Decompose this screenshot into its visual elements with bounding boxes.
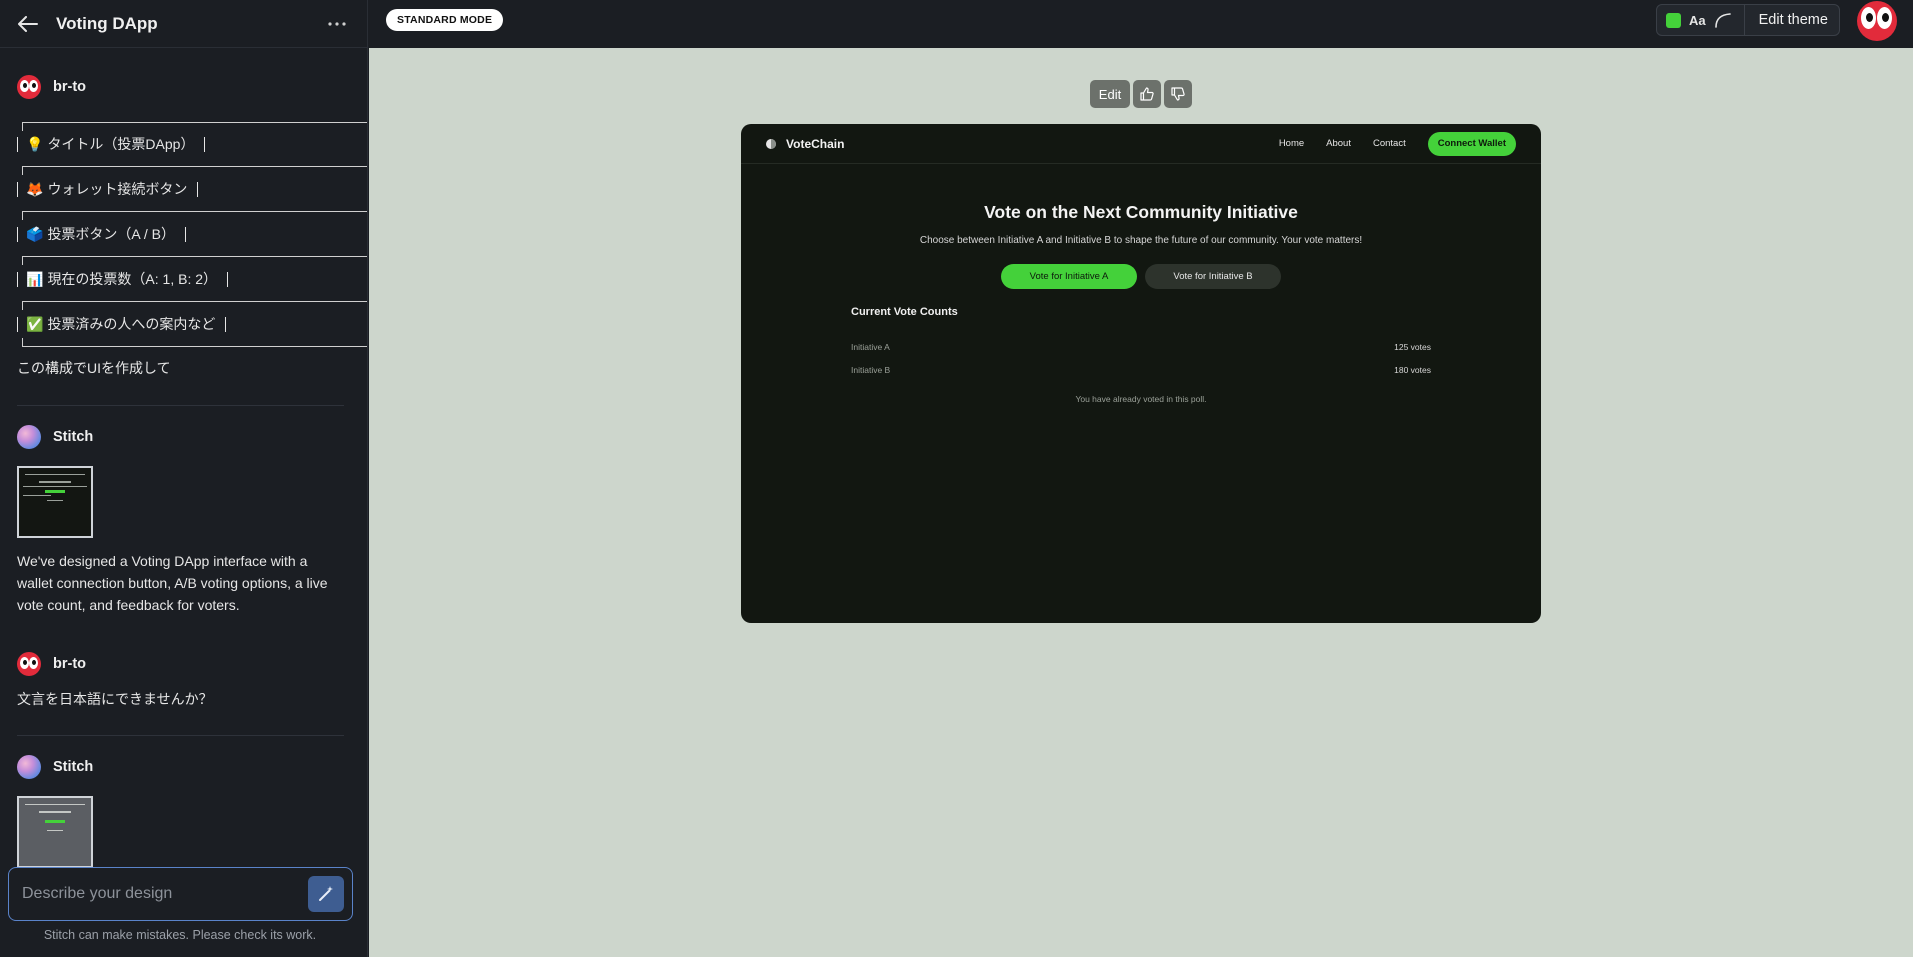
initiative-label: Initiative B	[851, 365, 891, 375]
account-avatar[interactable]	[1857, 1, 1897, 41]
vote-a-button[interactable]: Vote for Initiative A	[1001, 264, 1137, 289]
tree-item: 📊 現在の投票数（A: 1, B: 2）	[17, 269, 229, 289]
hero-title: Vote on the Next Community Initiative	[984, 202, 1298, 222]
chat-sidebar: Voting DApp br-to 💡 タイトル（投票DApp） 🦊 ウォレット接続…	[0, 0, 368, 957]
font-icon[interactable]: Aa	[1689, 13, 1706, 28]
connect-wallet-button[interactable]: Connect Wallet	[1427, 131, 1516, 156]
sidebar-header: Voting DApp	[0, 0, 367, 48]
vote-b-button[interactable]: Vote for Initiative B	[1145, 264, 1281, 289]
prompt-composer	[8, 867, 353, 921]
message-divider	[17, 405, 344, 406]
votechain-logo-icon	[766, 138, 776, 149]
message-divider	[17, 735, 344, 736]
tree-item: 🗳️ 投票ボタン（A / B）	[17, 224, 187, 244]
vote-count-row: Initiative B 180 votes	[851, 365, 1431, 375]
initiative-label: Initiative A	[851, 342, 890, 352]
stitch-avatar	[17, 755, 41, 779]
back-arrow-icon[interactable]	[16, 12, 40, 36]
edit-button[interactable]: Edit	[1090, 80, 1130, 108]
preview-navbar: VoteChain Home About Contact Connect Wal…	[741, 124, 1541, 164]
message-author: br-to	[17, 652, 343, 676]
user-avatar	[17, 652, 41, 676]
already-voted-note: You have already voted in this poll.	[1075, 394, 1207, 404]
thumbs-down-icon[interactable]	[1164, 80, 1192, 108]
top-bar: STANDARD MODE Aa Edit theme	[369, 0, 1913, 48]
vote-count-value: 180 votes	[1394, 365, 1431, 375]
tree-item: 🦊 ウォレット接続ボタン	[17, 179, 199, 199]
preview-brand: VoteChain	[786, 136, 845, 151]
project-title: Voting DApp	[56, 13, 158, 33]
corner-radius-icon[interactable]	[1714, 12, 1732, 28]
prompt-input[interactable]	[22, 885, 308, 903]
tree-item: ✅ 投票済みの人への案内など	[17, 314, 227, 334]
vote-count-row: Initiative A 125 votes	[851, 342, 1431, 352]
design-thumbnail[interactable]	[17, 466, 343, 538]
design-thumbnail[interactable]	[17, 796, 343, 868]
author-name: Stitch	[53, 429, 94, 445]
author-name: br-to	[53, 79, 87, 95]
design-canvas: Edit VoteChain Home About Contact Connec…	[369, 48, 1913, 957]
user-avatar	[17, 75, 41, 99]
design-preview[interactable]: VoteChain Home About Contact Connect Wal…	[741, 124, 1541, 623]
more-options-icon[interactable]	[323, 12, 351, 36]
message-author: Stitch	[17, 425, 343, 449]
vote-count-value: 125 votes	[1394, 342, 1431, 352]
message-text: この構成でUIを作成して	[17, 360, 171, 376]
edit-theme-button[interactable]: Edit theme	[1759, 12, 1828, 28]
send-button[interactable]	[308, 876, 344, 912]
hero-subtitle: Choose between Initiative A and Initiati…	[919, 235, 1363, 246]
stitch-avatar	[17, 425, 41, 449]
message-text: 文言を日本語にできませんか？	[17, 691, 213, 707]
mode-badge[interactable]: STANDARD MODE	[386, 9, 504, 31]
tree-item: 💡 タイトル（投票DApp）	[17, 134, 206, 154]
author-name: Stitch	[53, 759, 94, 775]
vote-counts-title: Current Vote Counts	[851, 306, 958, 318]
message-author: Stitch	[17, 755, 343, 779]
theme-controls[interactable]: Aa Edit theme	[1656, 4, 1840, 36]
nav-link-home[interactable]: Home	[1279, 138, 1304, 149]
message-text: We've designed a Voting DApp interface w…	[17, 553, 328, 613]
color-swatch-icon[interactable]	[1666, 12, 1681, 28]
message-author: br-to	[17, 75, 343, 99]
nav-link-contact[interactable]: Contact	[1373, 138, 1406, 149]
preview-toolbar: Edit	[1090, 80, 1192, 108]
disclaimer-text: Stitch can make mistakes. Please check i…	[43, 928, 317, 942]
nav-link-about[interactable]: About	[1326, 138, 1351, 149]
magic-wand-icon	[319, 886, 333, 901]
thumbs-up-icon[interactable]	[1133, 80, 1161, 108]
vote-buttons: Vote for Initiative A Vote for Initiativ…	[741, 264, 1541, 289]
author-name: br-to	[53, 656, 87, 672]
